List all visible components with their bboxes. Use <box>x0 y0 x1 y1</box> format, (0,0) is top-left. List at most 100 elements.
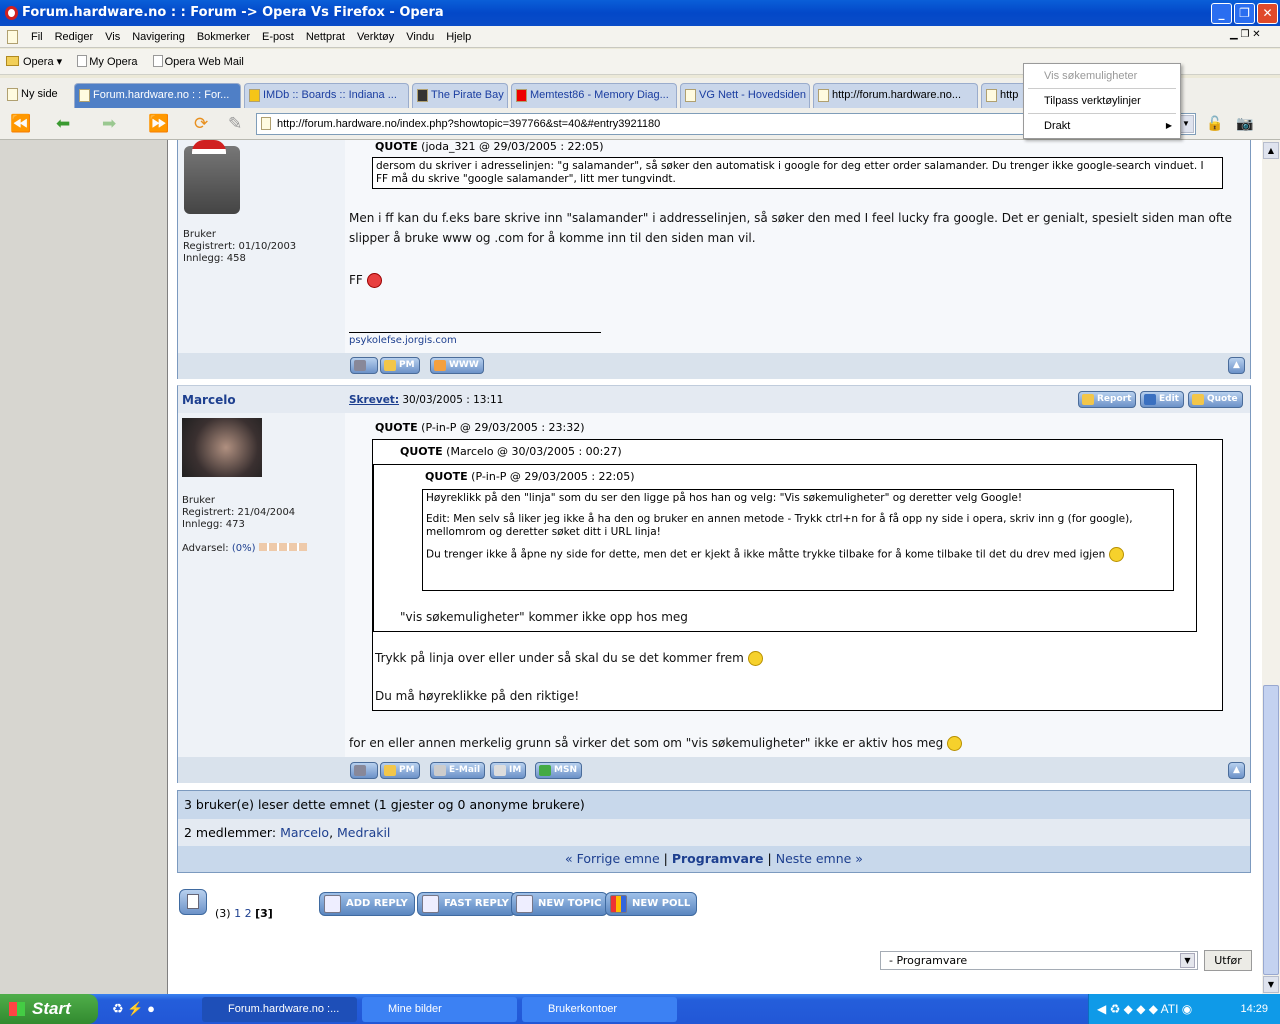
quote-header: QUOTE (P-in-P @ 29/03/2005 : 23:32) <box>375 421 585 434</box>
quote-button[interactable]: Quote <box>1188 391 1243 408</box>
menu-bokmerker[interactable]: Bokmerker <box>191 26 256 48</box>
vertical-scrollbar[interactable]: ▲ ▼ <box>1262 140 1280 994</box>
new-topic-icon <box>516 895 533 913</box>
tray-icons[interactable]: ◀ ♻ ◆ ◆ ◆ ATI ◉ <box>1097 994 1192 1024</box>
im-button[interactable]: IM <box>490 762 527 779</box>
quick-launch-icons[interactable]: ♻ ⚡ ● <box>112 1001 155 1017</box>
poll-icon <box>610 895 627 913</box>
report-button[interactable]: Report <box>1078 391 1137 408</box>
menu-rediger[interactable]: Rediger <box>49 26 100 48</box>
bookmark-opera-folder[interactable]: Opera ▾ <box>0 49 68 75</box>
tab-imdb[interactable]: IMDb :: Boards :: Indiana ... <box>244 83 409 108</box>
next-topic-link[interactable]: Neste emne » <box>776 851 863 866</box>
page-icon <box>79 89 90 102</box>
profile-button[interactable] <box>350 762 378 779</box>
tab-new-page[interactable]: Ny side <box>3 83 71 108</box>
page-icon <box>818 89 829 102</box>
restore-button[interactable]: ❐ <box>1234 3 1255 24</box>
email-icon <box>434 765 446 776</box>
scroll-top-button[interactable]: ▲ <box>1228 357 1245 374</box>
security-lock-icon[interactable]: 🔓 <box>1206 116 1223 132</box>
taskbar-mine-bilder[interactable]: Mine bilder <box>362 997 517 1022</box>
reload-icon[interactable]: ⟳ <box>194 114 208 134</box>
warning-bar <box>258 543 307 551</box>
member-link[interactable]: Marcelo <box>280 825 329 840</box>
taskbar-brukerkontoer[interactable]: Brukerkontoer <box>522 997 677 1022</box>
start-button[interactable]: Start <box>0 994 98 1024</box>
registered-date: Registrert: 01/10/2003 <box>183 241 297 252</box>
www-button[interactable]: WWW <box>430 357 484 374</box>
tab-pirate-bay[interactable]: The Pirate Bay <box>412 83 508 108</box>
minimize-button[interactable]: _ <box>1211 3 1232 24</box>
bookmark-my-opera[interactable]: My Opera <box>71 49 143 75</box>
santa-hat-icon <box>192 140 226 154</box>
menu-hjelp[interactable]: Hjelp <box>440 26 477 48</box>
post-date: Skrevet: 30/03/2005 : 13:11 <box>349 394 504 406</box>
rewind-icon[interactable]: ⏪ <box>10 114 31 134</box>
registered-date: Registrert: 21/04/2004 <box>182 507 296 518</box>
fast-forward-icon[interactable]: ⏩ <box>148 114 169 134</box>
post-count: Innlegg: 473 <box>182 519 245 530</box>
edit-button[interactable]: Edit <box>1140 391 1184 408</box>
fast-reply-button[interactable]: FAST REPLY <box>417 892 516 916</box>
scroll-thumb[interactable] <box>1263 685 1279 975</box>
members-online: 2 medlemmer: Marcelo, Medrakil <box>178 819 1250 846</box>
chevron-down-icon: ▼ <box>1180 953 1195 968</box>
menu-item-drakt[interactable]: Drakt ▶ <box>1024 114 1180 138</box>
title-bar: Forum.hardware.no : : Forum -> Opera Vs … <box>0 0 1280 26</box>
topic-navigation: « Forrige emne | Programvare | Neste emn… <box>178 846 1250 872</box>
scroll-up-button[interactable]: ▲ <box>1263 142 1279 159</box>
pirate-ship-icon <box>417 89 428 102</box>
forum-link[interactable]: Programvare <box>672 851 764 866</box>
forward-icon[interactable]: ➡ <box>102 114 116 134</box>
menu-verktoy[interactable]: Verktøy <box>351 26 400 48</box>
menu-item-tilpass-verktoylinjer[interactable]: Tilpass verktøylinjer <box>1024 89 1180 113</box>
tab-vg-nett[interactable]: VG Nett - Hovedsiden <box>680 83 810 108</box>
quote-header: QUOTE (joda_321 @ 29/03/2005 : 22:05) <box>375 140 604 153</box>
close-button[interactable]: ✕ <box>1257 3 1278 24</box>
go-button[interactable]: Utfør <box>1204 950 1252 971</box>
msn-button[interactable]: MSN <box>535 762 582 779</box>
profile-button[interactable] <box>350 357 378 374</box>
email-button[interactable]: E-Mail <box>430 762 486 779</box>
scroll-top-button[interactable]: ▲ <box>1228 762 1245 779</box>
menu-vindu[interactable]: Vindu <box>400 26 440 48</box>
topic-stats: 3 bruker(e) leser dette emnet (1 gjester… <box>177 790 1251 873</box>
signature-link[interactable]: psykolefse.jorgis.com <box>349 335 457 347</box>
menu-e-post[interactable]: E-post <box>256 26 300 48</box>
edit-icon[interactable]: ✎ <box>228 114 242 134</box>
doc-minimize-button[interactable]: ▁ ❐ ✕ <box>1230 29 1261 40</box>
menu-item-vis-sokemuligheter[interactable]: Vis søkemuligheter <box>1024 64 1180 88</box>
page-link[interactable]: 1 <box>234 907 241 920</box>
taskbar-opera[interactable]: Forum.hardware.no :... <box>202 997 357 1022</box>
add-reply-button[interactable]: ADD REPLY <box>319 892 415 916</box>
scroll-down-button[interactable]: ▼ <box>1263 976 1279 993</box>
forum-jump-select[interactable]: - Programvare ▼ <box>880 951 1198 970</box>
love-smiley-icon <box>366 273 382 288</box>
menu-vis[interactable]: Vis <box>99 26 126 48</box>
tab-forum-url[interactable]: http://forum.hardware.no... <box>813 83 978 108</box>
permalink[interactable]: Skrevet: <box>349 394 399 406</box>
page-list-button[interactable] <box>179 889 207 915</box>
menu-navigering[interactable]: Navigering <box>126 26 191 48</box>
tab-memtest86[interactable]: Memtest86 - Memory Diag... <box>511 83 677 108</box>
bookmark-opera-web-mail[interactable]: Opera Web Mail <box>147 49 250 75</box>
camera-icon[interactable]: 📷 <box>1236 116 1253 132</box>
taskbar: Start ♻ ⚡ ● Forum.hardware.no :... Mine … <box>0 994 1280 1024</box>
post2-footer: PM E-Mail IM MSN ▲ <box>177 757 1251 783</box>
page-link[interactable]: 2 <box>245 907 252 920</box>
menu-fil[interactable]: Fil <box>25 26 49 48</box>
post2-user-info: Bruker Registrert: 21/04/2004 Innlegg: 4… <box>177 413 345 757</box>
pm-button[interactable]: PM <box>380 357 420 374</box>
tab-forum-hardware[interactable]: Forum.hardware.no : : For... <box>74 83 241 108</box>
profile-icon <box>354 765 366 776</box>
previous-topic-link[interactable]: « Forrige emne <box>565 851 660 866</box>
new-poll-button[interactable]: NEW POLL <box>605 892 698 916</box>
back-icon[interactable]: ⬅ <box>56 114 70 134</box>
new-topic-button[interactable]: NEW TOPIC <box>511 892 609 916</box>
pm-button[interactable]: PM <box>380 762 420 779</box>
member-link[interactable]: Medrakil <box>337 825 390 840</box>
quote-header: QUOTE (Marcelo @ 30/03/2005 : 00:27) <box>400 445 622 458</box>
menu-nettprat[interactable]: Nettprat <box>300 26 351 48</box>
post-author[interactable]: Marcelo <box>182 393 236 407</box>
